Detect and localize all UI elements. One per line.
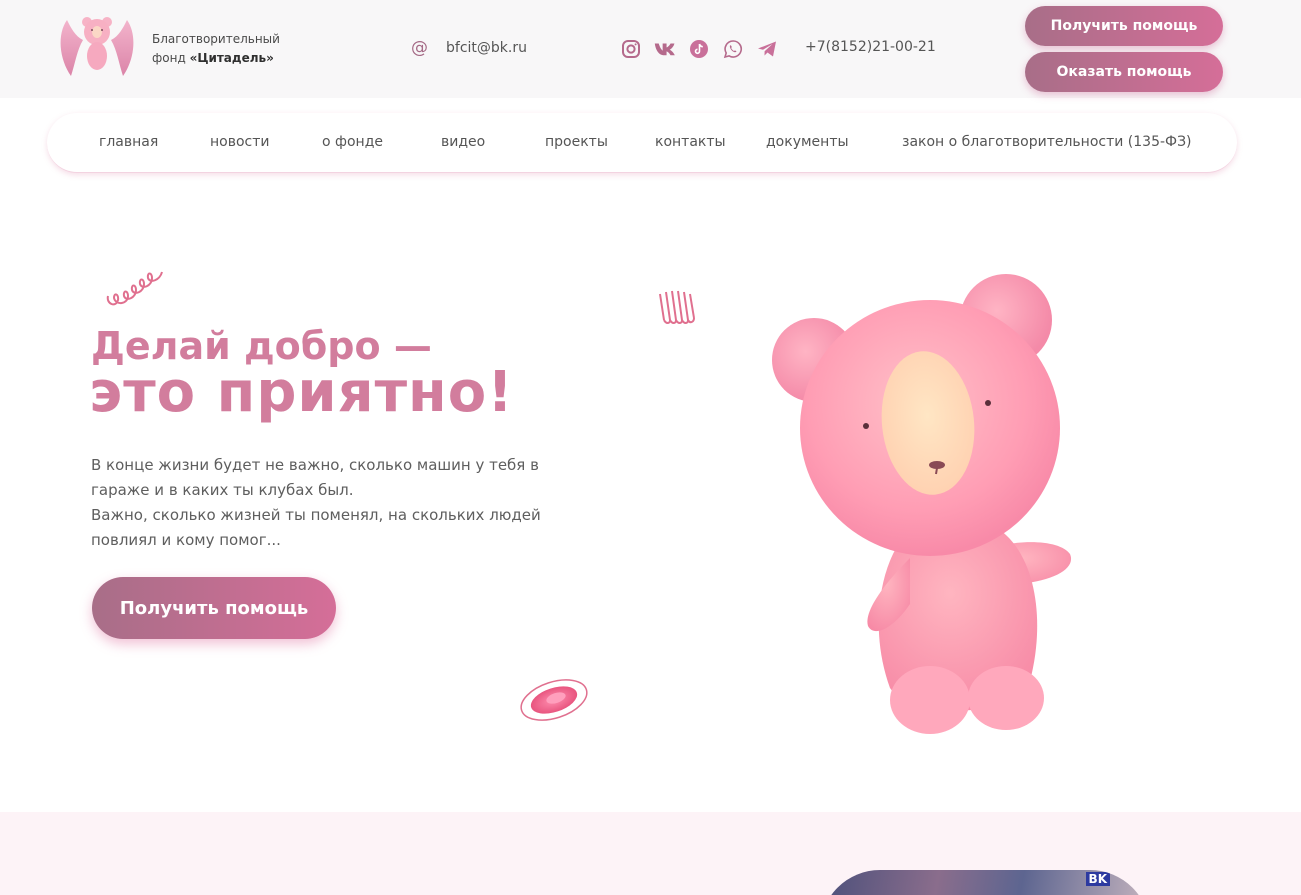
squiggle-decoration — [104, 266, 168, 316]
whatsapp-icon[interactable] — [722, 38, 744, 60]
section-photo: BK — [820, 870, 1150, 895]
brand-line-1: Благотворительный — [152, 32, 280, 46]
social-links — [620, 38, 778, 60]
tiktok-icon[interactable] — [688, 38, 710, 60]
hero-text-line-2: Важно, сколько жизней ты поменял, на ско… — [91, 506, 541, 549]
hero-get-help-button[interactable]: Получить помощь — [92, 577, 336, 639]
telegram-icon[interactable] — [756, 38, 778, 60]
swirl-decoration — [516, 676, 592, 728]
brand-prefix: фонд — [152, 51, 190, 65]
top-header: Благотворительный фонд «Цитадель» @ bfci… — [0, 0, 1301, 98]
phone-link[interactable]: +7(8152)21-00-21 — [805, 39, 936, 55]
nav-item-documents[interactable]: документы — [766, 134, 849, 150]
hero-text-line-1: В конце жизни будет не важно, сколько ма… — [91, 456, 539, 499]
nav-item-charity-law[interactable]: закон о благотворительности (135-ФЗ) — [902, 134, 1192, 150]
nav-item-video[interactable]: видео — [441, 134, 485, 150]
hero-description: В конце жизни будет не важно, сколько ма… — [91, 453, 571, 553]
email-contact[interactable]: @ bfcit@bk.ru — [411, 38, 527, 58]
instagram-icon[interactable] — [620, 38, 642, 60]
bear-illustration — [760, 268, 1090, 742]
nav-item-about[interactable]: о фонде — [322, 134, 383, 150]
photo-sign: BK — [1085, 872, 1110, 886]
hero-title-line-2: это приятно! — [89, 360, 514, 425]
nav-item-projects[interactable]: проекты — [545, 134, 608, 150]
email-link[interactable]: bfcit@bk.ru — [446, 40, 527, 56]
spring-decoration — [656, 286, 700, 332]
nav-item-home[interactable]: главная — [99, 134, 158, 150]
vk-icon[interactable] — [654, 38, 676, 60]
nav-item-news[interactable]: новости — [210, 134, 270, 150]
main-nav: главная новости о фонде видео проекты ко… — [47, 113, 1237, 173]
get-help-button[interactable]: Получить помощь — [1025, 6, 1223, 46]
brand-line-2: фонд «Цитадель» — [152, 49, 280, 68]
foundation-logo[interactable] — [57, 14, 137, 82]
at-icon: @ — [411, 38, 428, 58]
give-help-button[interactable]: Оказать помощь — [1025, 52, 1223, 92]
brand-title: «Цитадель» — [189, 51, 274, 65]
brand-name: Благотворительный фонд «Цитадель» — [152, 30, 280, 68]
nav-item-contacts[interactable]: контакты — [655, 134, 726, 150]
